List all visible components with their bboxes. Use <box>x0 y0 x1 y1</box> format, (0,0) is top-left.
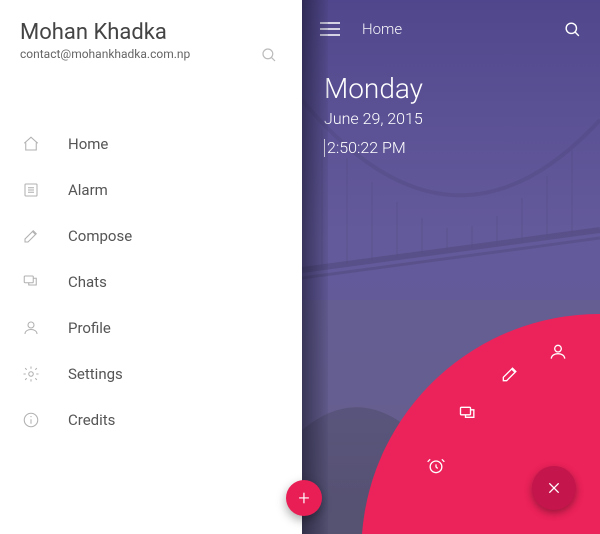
plus-icon: + <box>298 486 309 510</box>
fan-alarm-button[interactable] <box>424 454 448 478</box>
home-icon <box>20 135 42 153</box>
hero-date: June 29, 2015 <box>324 109 578 128</box>
sidebar: Mohan Khadka contact@mohankhadka.com.np … <box>0 0 302 534</box>
nav-item-home[interactable]: Home <box>0 121 302 167</box>
gear-icon <box>20 365 42 383</box>
nav-item-credits[interactable]: Credits <box>0 397 302 443</box>
nav-label: Compose <box>68 227 132 245</box>
chat-icon <box>20 273 42 291</box>
nav: Home Alarm Compose Chats <box>0 121 302 443</box>
main-header: Home <box>302 0 600 58</box>
hero-time-text: 2:50:22 PM <box>327 138 406 157</box>
fan-chat-button[interactable] <box>456 402 480 426</box>
profile-name: Mohan Khadka <box>20 20 282 45</box>
nav-label: Home <box>68 135 108 153</box>
page-title: Home <box>362 20 402 38</box>
profile-block: Mohan Khadka contact@mohankhadka.com.np <box>0 16 302 61</box>
text-caret <box>324 139 325 157</box>
hero-block: Monday June 29, 2015 2:50:22 PM <box>302 58 600 175</box>
profile-icon <box>20 319 42 337</box>
nav-item-compose[interactable]: Compose <box>0 213 302 259</box>
nav-item-profile[interactable]: Profile <box>0 305 302 351</box>
hero-day: Monday <box>324 72 578 105</box>
nav-item-settings[interactable]: Settings <box>0 351 302 397</box>
fan-compose-button[interactable] <box>498 362 522 386</box>
search-icon[interactable] <box>260 46 278 64</box>
nav-label: Alarm <box>68 181 108 199</box>
fan-profile-button[interactable] <box>546 340 570 364</box>
nav-label: Profile <box>68 319 111 337</box>
nav-item-alarm[interactable]: Alarm <box>0 167 302 213</box>
info-icon <box>20 411 42 429</box>
nav-label: Chats <box>68 273 107 291</box>
fan-close-button[interactable] <box>532 466 576 510</box>
nav-label: Credits <box>68 411 115 429</box>
profile-email: contact@mohankhadka.com.np <box>20 47 282 61</box>
menu-icon[interactable] <box>320 22 340 36</box>
search-icon[interactable] <box>563 20 582 39</box>
main-panel: Home Monday June 29, 2015 2:50:22 PM <box>302 0 600 534</box>
nav-item-chats[interactable]: Chats <box>0 259 302 305</box>
list-icon <box>20 181 42 199</box>
fab-add-button[interactable]: + <box>286 480 322 516</box>
compose-icon <box>20 227 42 245</box>
hero-time: 2:50:22 PM <box>324 138 406 157</box>
nav-label: Settings <box>68 365 123 383</box>
